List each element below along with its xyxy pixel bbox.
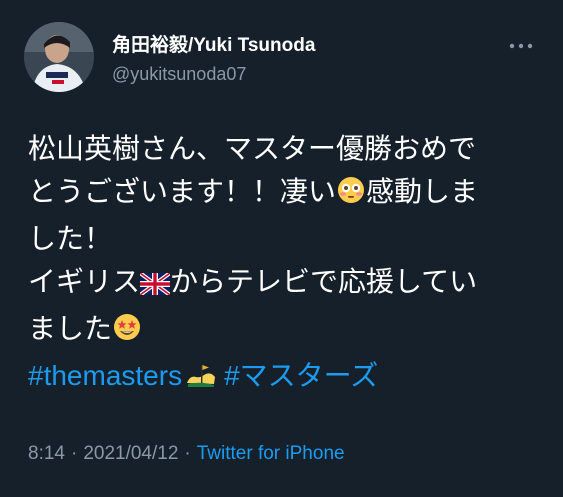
hashtag-link[interactable]: #マスターズ <box>224 360 378 391</box>
tweet-text: 松山英樹さん、マスター優勝おめで とうございます！！凄い 感動しま した！ イギ… <box>28 127 538 401</box>
tweet-text-segment: 松山英樹さん、マスター優勝おめで <box>28 133 477 164</box>
tweet-text-segment: した！ <box>28 223 113 254</box>
avatar[interactable] <box>24 22 94 92</box>
user-info[interactable]: 角田裕毅/Yuki Tsunoda @yukitsunoda07 <box>112 34 315 86</box>
tweet-text-segment: ました <box>28 313 113 344</box>
masters-logo-icon <box>184 358 218 401</box>
tweet-footer: 8:14 · 2021/04/12 · Twitter for iPhone <box>28 443 345 465</box>
tweet-line: ました <box>28 307 538 354</box>
tweet-card: 角田裕毅/Yuki Tsunoda @yukitsunoda07 松山英樹さん、… <box>0 0 563 497</box>
more-options-icon <box>509 43 533 49</box>
tweet-line: 松山英樹さん、マスター優勝おめで <box>28 127 538 170</box>
tweet-text-segment: イギリス <box>28 266 141 297</box>
tweet-line: #themasters #マスターズ <box>28 354 538 401</box>
tweet-text-segment: からテレビで応援してい <box>170 266 478 297</box>
tweet-text-segment: とうございます！！凄い <box>28 176 337 207</box>
tweet-line: とうございます！！凄い 感動しま <box>28 170 538 217</box>
footer-separator: · <box>184 443 191 464</box>
tweet-line: した！ <box>28 217 538 260</box>
tweet-date[interactable]: 2021/04/12 <box>83 443 178 464</box>
hashtag-link[interactable]: #themasters <box>28 360 182 391</box>
tweet-text-segment: 感動しま <box>366 176 479 207</box>
uk-flag-icon <box>138 264 172 307</box>
footer-separator: · <box>70 443 78 464</box>
star-struck-icon <box>112 311 142 354</box>
tweet-time[interactable]: 8:14 <box>28 443 65 464</box>
user-handle[interactable]: @yukitsunoda07 <box>112 62 315 86</box>
tweet-line: イギリス からテレビで応援してい <box>28 260 538 307</box>
tweet-source-link[interactable]: Twitter for iPhone <box>197 443 345 464</box>
more-options-button[interactable] <box>507 36 535 56</box>
display-name[interactable]: 角田裕毅/Yuki Tsunoda <box>112 34 315 58</box>
flushed-face-icon <box>336 174 366 217</box>
